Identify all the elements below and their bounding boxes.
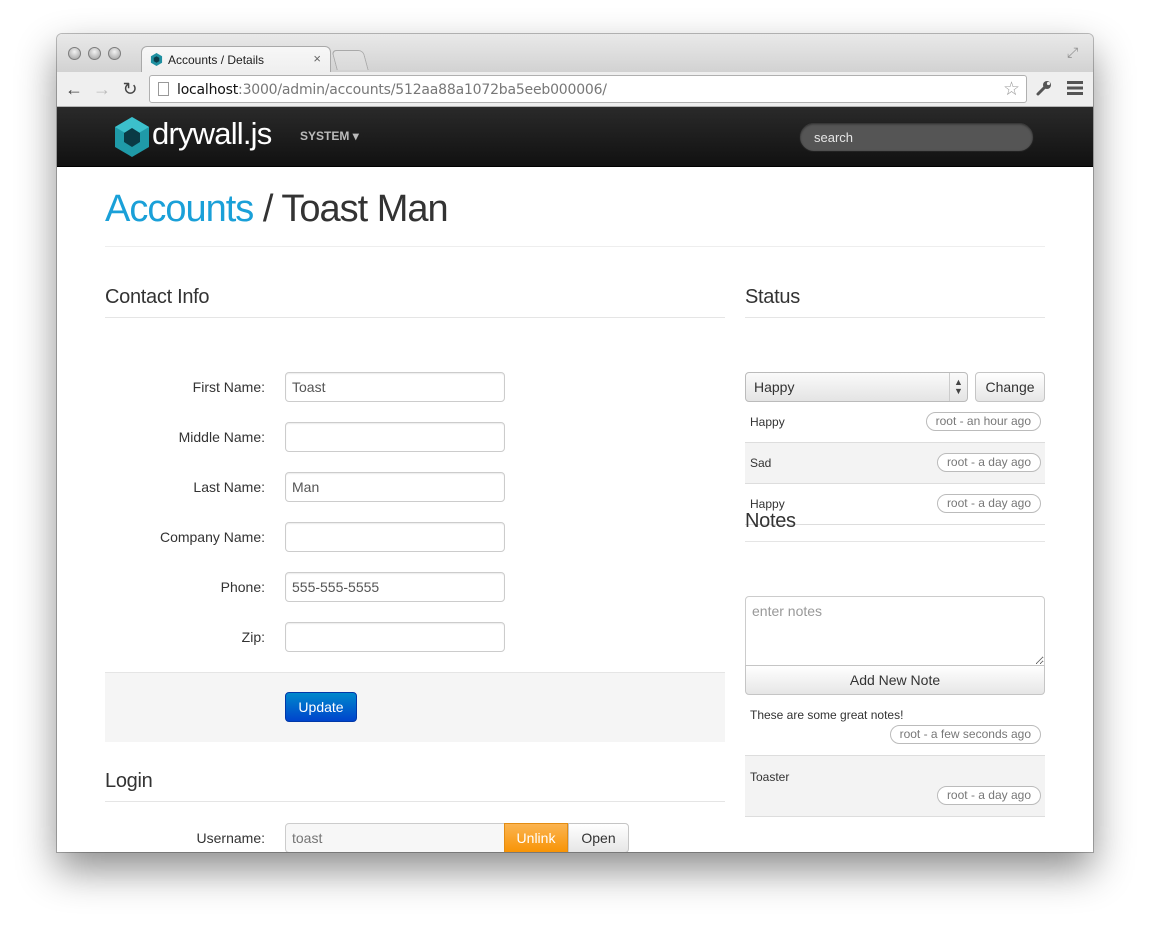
notes-textarea[interactable]	[745, 596, 1045, 666]
contact-info-heading: Contact Info	[105, 286, 725, 318]
company-name-field[interactable]	[285, 522, 505, 552]
tab-strip: Accounts / Details × ⤢	[57, 34, 1093, 72]
status-history-status: Sad	[750, 456, 772, 470]
status-history-meta: root - an hour ago	[925, 412, 1041, 431]
company-name-label: Company Name:	[159, 529, 265, 545]
middle-name-label: Middle Name:	[178, 429, 265, 445]
zip-field[interactable]	[285, 622, 505, 652]
phone-label: Phone:	[220, 579, 265, 595]
tab-close-icon[interactable]: ×	[313, 51, 321, 66]
accounts-breadcrumb-link[interactable]: Accounts	[105, 188, 254, 230]
zoom-window-button[interactable]	[108, 47, 121, 60]
first-name-field[interactable]	[285, 372, 505, 402]
open-button[interactable]: Open	[568, 823, 629, 852]
fullscreen-icon[interactable]: ⤢	[1067, 44, 1083, 60]
browser-tab[interactable]: Accounts / Details ×	[141, 46, 331, 72]
note-item: These are some great notes! root - a few…	[745, 695, 1045, 756]
wrench-icon[interactable]	[1035, 79, 1053, 97]
new-tab-button[interactable]	[331, 50, 369, 70]
page-icon	[158, 82, 169, 96]
site-navbar: drywall.js SYSTEM ▾	[57, 107, 1093, 167]
reload-icon[interactable]: ↻	[119, 78, 141, 100]
bookmark-star-icon[interactable]: ☆	[1003, 78, 1020, 101]
browser-window: Accounts / Details × ⤢ ← → ↻ localhost:3…	[57, 34, 1093, 852]
status-heading: Status	[745, 286, 1045, 318]
minimize-window-button[interactable]	[88, 47, 101, 60]
system-menu[interactable]: SYSTEM ▾	[300, 129, 359, 143]
url-text[interactable]: localhost:3000/admin/accounts/512aa88a10…	[177, 82, 607, 98]
status-history-item: Sad root - a day ago	[745, 443, 1045, 484]
first-name-label: First Name:	[192, 379, 265, 395]
status-history-status: Happy	[750, 497, 785, 511]
browser-toolbar: ← → ↻ localhost:3000/admin/accounts/512a…	[57, 72, 1093, 107]
back-arrow-icon[interactable]: ←	[63, 78, 85, 100]
status-history-meta: root - a day ago	[936, 453, 1041, 472]
note-text: Toaster	[750, 770, 790, 784]
note-text: These are some great notes!	[750, 708, 904, 722]
middle-name-field[interactable]	[285, 422, 505, 452]
notes-heading: Notes	[745, 510, 1045, 542]
login-heading: Login	[105, 770, 725, 802]
last-name-label: Last Name:	[193, 479, 265, 495]
status-history-status: Happy	[750, 415, 785, 429]
change-status-button[interactable]: Change	[975, 372, 1045, 402]
username-label: Username:	[196, 830, 265, 846]
drywall-logo-icon[interactable]	[114, 117, 150, 157]
zip-label: Zip:	[241, 629, 265, 645]
form-actions: Update	[105, 672, 725, 742]
drywall-favicon-icon	[150, 53, 163, 66]
menu-icon[interactable]	[1067, 81, 1083, 95]
caret-down-icon: ▾	[352, 129, 359, 143]
last-name-field[interactable]	[285, 472, 505, 502]
select-arrows-icon: ▲ ▼	[949, 373, 967, 401]
page-header: Accounts / Toast Man	[105, 188, 1045, 247]
phone-field[interactable]	[285, 572, 505, 602]
note-meta: root - a day ago	[936, 786, 1041, 805]
search-input[interactable]	[799, 122, 1034, 152]
address-bar[interactable]: localhost:3000/admin/accounts/512aa88a10…	[149, 75, 1027, 103]
note-item: Toaster root - a day ago	[745, 756, 1045, 817]
tab-title: Accounts / Details	[168, 53, 265, 67]
forward-arrow-icon[interactable]: →	[91, 78, 113, 100]
status-select[interactable]: Happy ▲ ▼	[745, 372, 968, 402]
account-name: Toast Man	[281, 188, 448, 230]
status-history-item: Happy root - an hour ago	[745, 402, 1045, 443]
username-field[interactable]	[285, 823, 505, 852]
update-button[interactable]: Update	[285, 692, 357, 722]
page-title: Accounts / Toast Man	[105, 188, 449, 230]
unlink-button[interactable]: Unlink	[504, 823, 568, 852]
add-new-note-button[interactable]: Add New Note	[745, 665, 1045, 695]
page-content: Accounts / Toast Man Contact Info First …	[57, 168, 1093, 852]
note-meta: root - a few seconds ago	[889, 725, 1041, 744]
close-window-button[interactable]	[68, 47, 81, 60]
brand-name[interactable]: drywall.js	[152, 116, 272, 152]
